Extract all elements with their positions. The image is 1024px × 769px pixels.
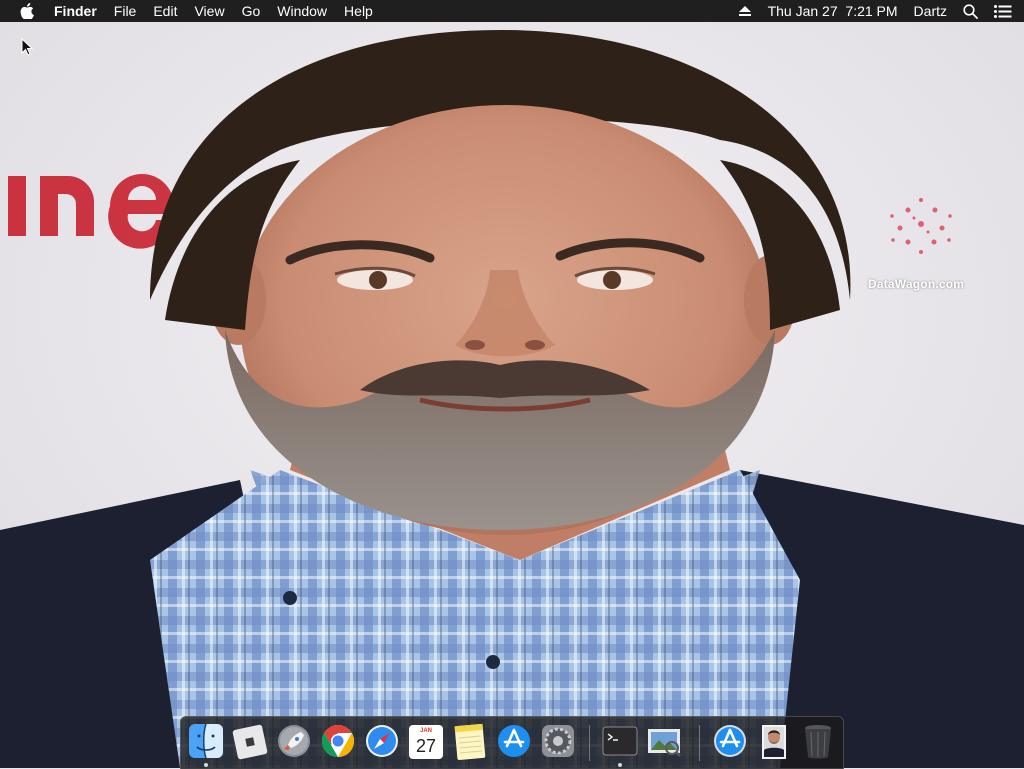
dock-item-terminal[interactable] (601, 721, 639, 761)
wallpaper-watermark: DataWagon.com (868, 277, 965, 291)
dock-item-system-preferences[interactable] (539, 721, 577, 761)
downloads-stack-icon (714, 725, 746, 757)
menu-file[interactable]: File (114, 3, 137, 19)
finder-icon (189, 723, 223, 759)
menu-window[interactable]: Window (277, 3, 327, 19)
dock: JAN 27 (180, 716, 844, 769)
image-thumbnail-icon (762, 725, 786, 759)
menu-help[interactable]: Help (344, 3, 373, 19)
dock-item-calendar[interactable]: JAN 27 (407, 721, 445, 761)
dock-separator (699, 725, 700, 761)
preview-icon (648, 729, 681, 757)
notification-center-icon[interactable] (994, 4, 1012, 18)
menu-bar: Finder File Edit View Go Window Help Thu… (0, 0, 1024, 22)
running-indicator-terminal (618, 763, 622, 767)
dock-item-preview[interactable] (645, 721, 683, 761)
launchpad-icon (278, 725, 310, 757)
calendar-month: JAN (419, 728, 432, 734)
running-indicator-finder (204, 763, 208, 767)
spotlight-search-icon[interactable] (963, 3, 978, 19)
menu-finder[interactable]: Finder (54, 3, 97, 19)
dock-item-app-store[interactable] (495, 721, 533, 761)
calendar-day: 27 (415, 736, 437, 756)
roblox-icon (232, 724, 268, 760)
desktop-wallpaper (0, 0, 1024, 768)
eject-icon[interactable] (738, 5, 752, 17)
dock-item-roblox[interactable] (231, 721, 269, 761)
dock-item-trash[interactable] (799, 721, 837, 761)
notes-icon (454, 723, 486, 760)
dock-separator (589, 725, 590, 761)
dock-item-chrome[interactable] (319, 721, 357, 761)
safari-icon (366, 725, 398, 757)
trash-icon (805, 725, 831, 759)
dock-item-downloads[interactable] (711, 721, 749, 761)
dock-item-notes[interactable] (451, 721, 489, 761)
wallpaper-photo (0, 0, 1024, 768)
mouse-pointer-icon (21, 37, 34, 61)
dock-item-launchpad[interactable] (275, 721, 313, 761)
dock-item-finder[interactable] (187, 721, 225, 761)
menu-user[interactable]: Dartz (914, 3, 947, 19)
dock-item-image[interactable] (755, 721, 793, 761)
menu-bar-status-area: Thu Jan 27 7:21 PM Dartz (738, 3, 1024, 19)
menu-view[interactable]: View (194, 3, 224, 19)
dock-item-safari[interactable] (363, 721, 401, 761)
chrome-icon (321, 724, 355, 758)
menu-clock[interactable]: Thu Jan 27 7:21 PM (768, 3, 898, 19)
terminal-icon (602, 726, 638, 756)
system-preferences-icon (542, 725, 574, 757)
menu-edit[interactable]: Edit (153, 3, 177, 19)
menu-go[interactable]: Go (242, 3, 261, 19)
app-store-icon (498, 725, 530, 757)
apple-menu-icon[interactable] (20, 3, 36, 19)
